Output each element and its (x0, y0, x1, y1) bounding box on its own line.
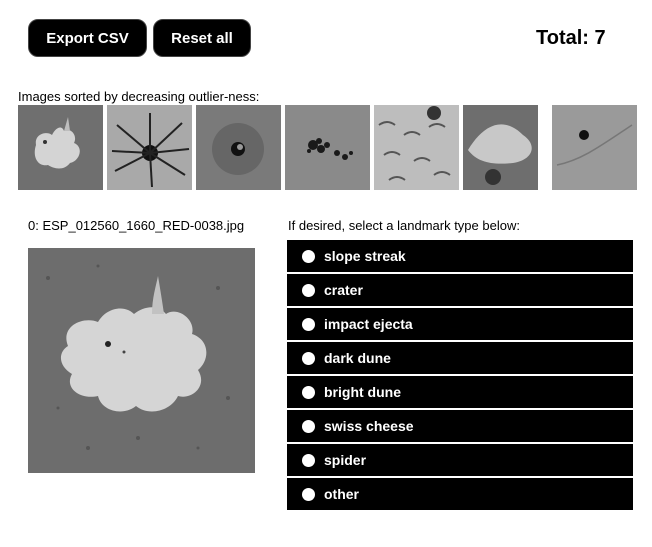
radio-button[interactable] (302, 453, 315, 467)
landmark-option[interactable]: spider (287, 444, 633, 476)
landmark-option[interactable]: other (287, 478, 633, 510)
landmark-prompt: If desired, select a landmark type below… (288, 218, 520, 233)
landmark-option-label: crater (324, 282, 363, 298)
reset-all-button[interactable]: Reset all (153, 19, 251, 57)
export-csv-button[interactable]: Export CSV (28, 19, 147, 57)
thumbnail-strip-label: Images sorted by decreasing outlier-ness… (18, 89, 260, 104)
thumbnail-image[interactable] (107, 105, 192, 190)
landmark-option[interactable]: crater (287, 274, 633, 306)
radio-button[interactable] (302, 419, 315, 433)
landmark-option-label: dark dune (324, 350, 391, 366)
landmark-option-label: spider (324, 452, 367, 468)
radio-button[interactable] (302, 487, 315, 501)
landmark-option-label: impact ejecta (324, 316, 413, 332)
radio-button[interactable] (302, 385, 315, 399)
thumbnail-strip (18, 105, 638, 190)
thumbnail-image[interactable] (374, 105, 459, 190)
landmark-option-label: other (324, 486, 359, 502)
radio-button[interactable] (302, 351, 315, 365)
landmark-option[interactable]: impact ejecta (287, 308, 633, 340)
thumbnail-image[interactable] (285, 105, 370, 190)
thumbnail-image[interactable] (196, 105, 281, 190)
landmark-option[interactable]: bright dune (287, 376, 633, 408)
landmark-option[interactable]: slope streak (287, 240, 633, 272)
selected-image-caption: 0: ESP_012560_1660_RED-0038.jpg (28, 218, 245, 233)
selected-image (28, 248, 255, 473)
landmark-option-label: swiss cheese (324, 418, 414, 434)
thumbnail-image[interactable] (552, 105, 637, 190)
thumbnail-image[interactable] (18, 105, 103, 190)
landmark-option-label: slope streak (324, 248, 406, 264)
landmark-options: slope streak crater impact ejecta dark d… (287, 240, 633, 512)
landmark-option[interactable]: dark dune (287, 342, 633, 374)
thumbnail-image[interactable] (463, 105, 548, 190)
total-count: Total: 7 (536, 27, 606, 49)
landmark-option-label: bright dune (324, 384, 401, 400)
radio-button[interactable] (302, 283, 315, 297)
radio-button[interactable] (302, 317, 315, 331)
landmark-option[interactable]: swiss cheese (287, 410, 633, 442)
radio-button[interactable] (302, 249, 315, 263)
